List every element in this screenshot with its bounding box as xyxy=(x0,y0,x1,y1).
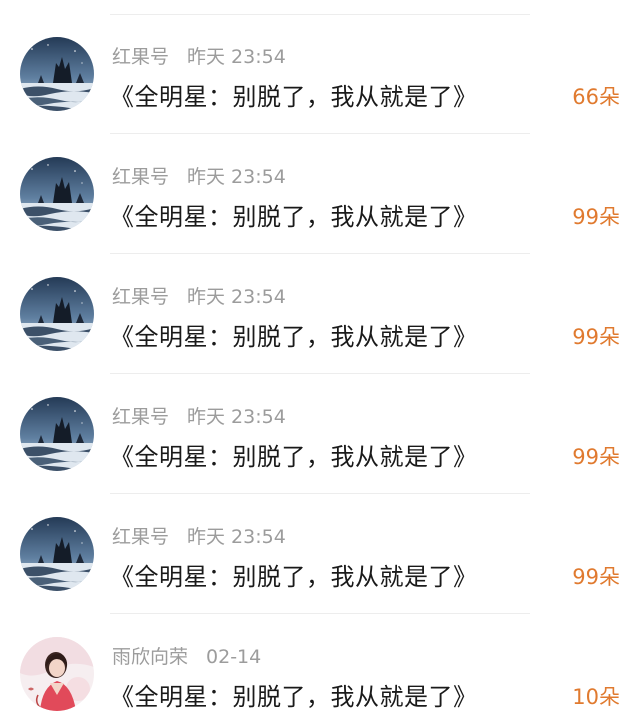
flower-count: 10朵 xyxy=(572,685,620,709)
rock-seascape-icon xyxy=(20,397,94,471)
flower-count: 99朵 xyxy=(572,565,620,589)
item-title[interactable]: 《全明星：别脱了，我从就是了》 xyxy=(110,557,478,597)
list-item[interactable]: 红果号 昨天 23:54 《全明星：别脱了，我从就是了》 66朵 xyxy=(0,15,640,134)
item-title[interactable]: 《全明星：别脱了，我从就是了》 xyxy=(110,197,478,237)
divider xyxy=(110,133,530,134)
list-item[interactable]: 红果号 昨天 23:54 《全明星：别脱了，我从就是了》 99朵 xyxy=(0,135,640,254)
item-meta: 红果号 昨天 23:54 xyxy=(112,284,286,310)
item-title[interactable]: 《全明星：别脱了，我从就是了》 xyxy=(110,437,478,477)
timestamp: 昨天 23:54 xyxy=(187,406,286,428)
author-name[interactable]: 红果号 xyxy=(112,46,169,68)
item-title[interactable]: 《全明星：别脱了，我从就是了》 xyxy=(110,317,478,357)
portrait-avatar[interactable] xyxy=(20,637,94,711)
author-name[interactable]: 红果号 xyxy=(112,166,169,188)
rock-seascape-avatar[interactable] xyxy=(20,157,94,231)
list-item[interactable]: 红果号 昨天 23:54 《全明星：别脱了，我从就是了》 99朵 xyxy=(0,255,640,374)
item-title[interactable]: 《全明星：别脱了，我从就是了》 xyxy=(110,77,478,117)
divider xyxy=(110,613,530,614)
author-name[interactable]: 红果号 xyxy=(112,526,169,548)
portrait-icon xyxy=(20,637,94,711)
list-item[interactable]: 红果号 昨天 23:54 《全明星：别脱了，我从就是了》 99朵 xyxy=(0,375,640,494)
rock-seascape-icon xyxy=(20,37,94,111)
flower-count: 99朵 xyxy=(572,325,620,349)
item-title[interactable]: 《全明星：别脱了，我从就是了》 xyxy=(110,677,478,717)
divider xyxy=(110,373,530,374)
timestamp: 昨天 23:54 xyxy=(187,526,286,548)
rock-seascape-avatar[interactable] xyxy=(20,517,94,591)
timestamp: 昨天 23:54 xyxy=(187,166,286,188)
list-item[interactable]: 红果号 昨天 23:54 《全明星：别脱了，我从就是了》 99朵 xyxy=(0,495,640,614)
rock-seascape-avatar[interactable] xyxy=(20,397,94,471)
item-meta: 红果号 昨天 23:54 xyxy=(112,44,286,70)
timestamp: 昨天 23:54 xyxy=(187,286,286,308)
flower-count: 99朵 xyxy=(572,205,620,229)
rock-seascape-avatar[interactable] xyxy=(20,37,94,111)
divider xyxy=(110,493,530,494)
timestamp: 02-14 xyxy=(206,646,262,668)
author-name[interactable]: 雨欣向荣 xyxy=(112,646,188,668)
comment-list: 红果号 昨天 23:54 《全明星：别脱了，我从就是了》 66朵 红果号 昨天 … xyxy=(0,0,640,727)
flower-count: 66朵 xyxy=(572,85,620,109)
divider xyxy=(110,253,530,254)
rock-seascape-avatar[interactable] xyxy=(20,277,94,351)
rock-seascape-icon xyxy=(20,157,94,231)
timestamp: 昨天 23:54 xyxy=(187,46,286,68)
author-name[interactable]: 红果号 xyxy=(112,406,169,428)
item-meta: 红果号 昨天 23:54 xyxy=(112,524,286,550)
flower-count: 99朵 xyxy=(572,445,620,469)
rock-seascape-icon xyxy=(20,277,94,351)
item-meta: 红果号 昨天 23:54 xyxy=(112,404,286,430)
item-meta: 红果号 昨天 23:54 xyxy=(112,164,286,190)
author-name[interactable]: 红果号 xyxy=(112,286,169,308)
rock-seascape-icon xyxy=(20,517,94,591)
list-item[interactable]: 雨欣向荣 02-14 《全明星：别脱了，我从就是了》 10朵 xyxy=(0,615,640,727)
item-meta: 雨欣向荣 02-14 xyxy=(112,644,261,670)
